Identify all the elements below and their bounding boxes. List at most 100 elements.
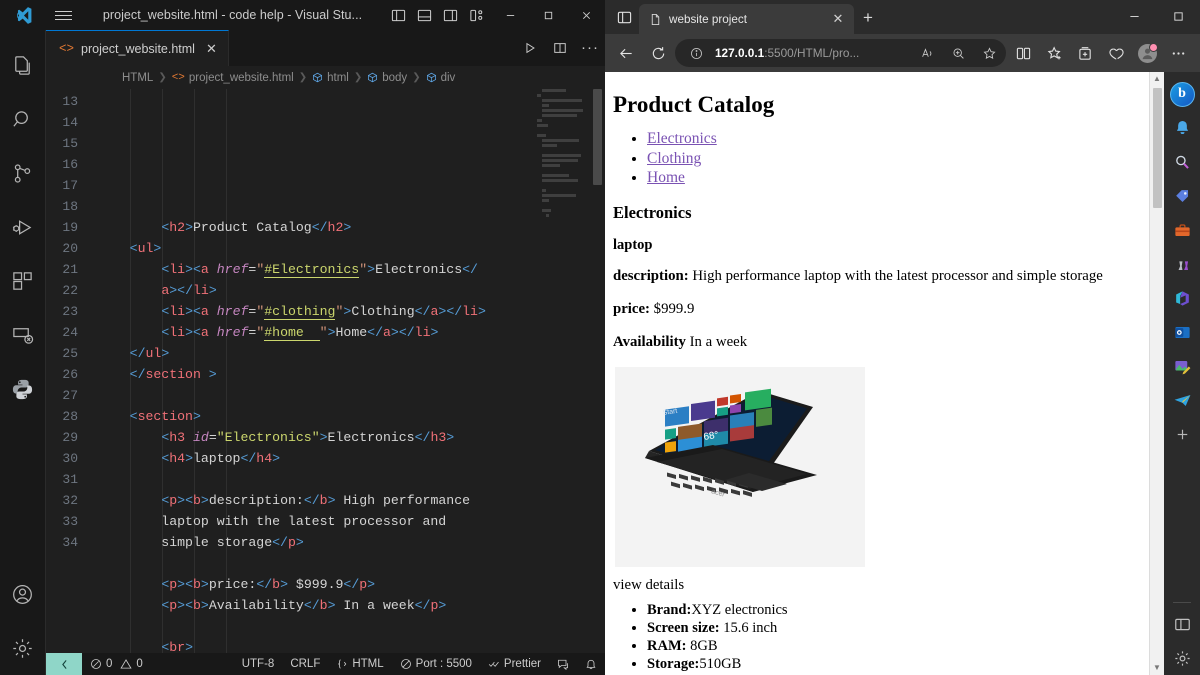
editor-scrollbar-thumb[interactable] [593, 89, 602, 185]
code-line[interactable] [98, 385, 605, 406]
split-screen-icon[interactable] [1008, 38, 1039, 68]
address-bar[interactable]: 127.0.0.1:5500/HTML/pro... [675, 39, 1006, 67]
code-editor[interactable]: 13 14 15 16 17 18 19 20 21 22 23 24 25 26 27 28 29 30 31 32… [46, 89, 605, 653]
hamburger-menu-icon[interactable] [46, 0, 80, 30]
read-aloud-icon[interactable] [915, 41, 940, 65]
code-line[interactable] [98, 469, 605, 490]
code-line[interactable]: simple storage</p> [98, 532, 605, 553]
search-icon[interactable] [1164, 145, 1200, 179]
code-line[interactable]: <li><a href="#clothing">Clothing</a></li… [98, 301, 605, 322]
gear-icon[interactable] [0, 621, 46, 675]
scroll-up-arrow-icon[interactable]: ▲ [1153, 72, 1161, 86]
page-scrollbar[interactable]: ▲ ▼ [1149, 72, 1164, 675]
code-line[interactable]: </section > [98, 364, 605, 385]
minimize-icon[interactable] [1112, 0, 1156, 32]
more-actions-icon[interactable]: ··· [575, 30, 605, 66]
breadcrumb-item-div[interactable]: div [426, 72, 455, 84]
code-line[interactable]: </ul> [98, 343, 605, 364]
sidebar-item-search[interactable] [0, 92, 46, 146]
breadcrumb-item-file[interactable]: <> project_website.html [172, 72, 294, 84]
split-editor-icon[interactable] [545, 30, 575, 66]
sidebar-item-run-debug[interactable] [0, 200, 46, 254]
games-icon[interactable] [1164, 247, 1200, 281]
code-line[interactable]: <section> [98, 406, 605, 427]
add-sidebar-icon[interactable] [1164, 417, 1200, 451]
browser-tab-website-project[interactable]: website project ✕ [639, 4, 854, 34]
status-formatter[interactable]: Prettier [480, 653, 549, 675]
code-line[interactable]: laptop with the latest processor and [98, 511, 605, 532]
more-settings-icon[interactable] [1163, 38, 1194, 68]
code-line[interactable]: <h4>laptop</h4> [98, 448, 605, 469]
split-pane-icon[interactable] [1164, 607, 1200, 641]
tab-actions-icon[interactable] [609, 2, 639, 32]
toggle-panel-icon[interactable] [411, 0, 437, 30]
status-problems[interactable]: 0 0 [82, 653, 151, 675]
breadcrumb-item-html[interactable]: html [312, 72, 349, 84]
refresh-icon[interactable] [643, 38, 673, 68]
breadcrumb-item-body[interactable]: body [367, 72, 407, 84]
collections-icon[interactable] [1070, 38, 1101, 68]
page-link-home[interactable]: Home [647, 169, 685, 186]
code-content[interactable]: <h2>Product Catalog</h2> <ul> <li><a hre… [92, 89, 605, 653]
star-icon[interactable] [977, 41, 1002, 65]
code-line[interactable]: <li><a href="#home ">Home</a></li> [98, 322, 605, 343]
run-play-icon[interactable] [515, 30, 545, 66]
editor-minimap[interactable] [533, 89, 591, 653]
code-line[interactable]: <h2>Product Catalog</h2> [98, 217, 605, 238]
code-line[interactable] [98, 616, 605, 637]
sidebar-item-accounts[interactable] [0, 567, 46, 621]
code-line[interactable]: <li><a href="#Electronics">Electronics</ [98, 259, 605, 280]
profile-avatar[interactable] [1132, 38, 1163, 68]
shopping-tag-icon[interactable] [1164, 179, 1200, 213]
sidebar-item-remote-explorer[interactable] [0, 308, 46, 362]
toggle-secondary-sidebar-icon[interactable] [437, 0, 463, 30]
customize-layout-icon[interactable] [463, 0, 489, 30]
code-line[interactable]: a></li> [98, 280, 605, 301]
maximize-icon[interactable] [1156, 0, 1200, 32]
info-circle-icon[interactable] [684, 41, 709, 65]
scrollbar-thumb[interactable] [1153, 88, 1162, 208]
microsoft365-icon[interactable] [1164, 281, 1200, 315]
sidebar-item-explorer[interactable] [0, 38, 46, 92]
send-telegram-icon[interactable] [1164, 383, 1200, 417]
status-bell-icon[interactable] [577, 653, 605, 675]
outlook-icon[interactable] [1164, 315, 1200, 349]
close-icon[interactable]: ✕ [206, 42, 217, 55]
editor-tab-project-website[interactable]: <> project_website.html ✕ [46, 30, 229, 66]
sidebar-item-source-control[interactable] [0, 146, 46, 200]
code-line[interactable]: <ul> [98, 238, 605, 259]
status-encoding[interactable]: UTF-8 [234, 653, 283, 675]
code-line[interactable]: <p><b>price:</b> $999.9</p> [98, 574, 605, 595]
settings-gear-icon[interactable] [1164, 641, 1200, 675]
tools-briefcase-icon[interactable] [1164, 213, 1200, 247]
status-remote-window-icon[interactable] [46, 653, 82, 675]
code-line[interactable]: <br> [98, 637, 605, 653]
minimize-icon[interactable] [491, 0, 529, 30]
image-editor-icon[interactable] [1164, 349, 1200, 383]
close-icon[interactable] [567, 0, 605, 30]
code-line[interactable]: <p><b>Availability</b> In a week</p> [98, 595, 605, 616]
zoom-icon[interactable] [946, 41, 971, 65]
status-feedback-icon[interactable] [549, 653, 577, 675]
page-link-clothing[interactable]: Clothing [647, 150, 701, 167]
copilot-bing-icon[interactable]: b [1164, 77, 1200, 111]
code-line[interactable] [98, 553, 605, 574]
notifications-bell-icon[interactable] [1164, 111, 1200, 145]
back-arrow-icon[interactable] [611, 38, 641, 68]
status-live-server-port[interactable]: Port : 5500 [392, 653, 480, 675]
scroll-down-arrow-icon[interactable]: ▼ [1153, 661, 1161, 675]
code-line[interactable]: <h3 id="Electronics">Electronics</h3> [98, 427, 605, 448]
status-eol[interactable]: CRLF [282, 653, 328, 675]
sidebar-item-python[interactable] [0, 362, 46, 416]
add-favorites-icon[interactable] [1039, 38, 1070, 68]
toggle-primary-sidebar-icon[interactable] [385, 0, 411, 30]
new-tab-button[interactable]: + [854, 4, 882, 32]
page-link-electronics[interactable]: Electronics [647, 130, 717, 147]
browser-essentials-icon[interactable] [1101, 38, 1132, 68]
sidebar-item-extensions[interactable] [0, 254, 46, 308]
maximize-icon[interactable] [529, 0, 567, 30]
close-icon[interactable]: ✕ [830, 11, 846, 27]
code-line[interactable]: <p><b>description:</b> High performance [98, 490, 605, 511]
status-language-mode[interactable]: HTML [328, 653, 391, 675]
breadcrumb-item-html-lang[interactable]: HTML [122, 72, 153, 84]
